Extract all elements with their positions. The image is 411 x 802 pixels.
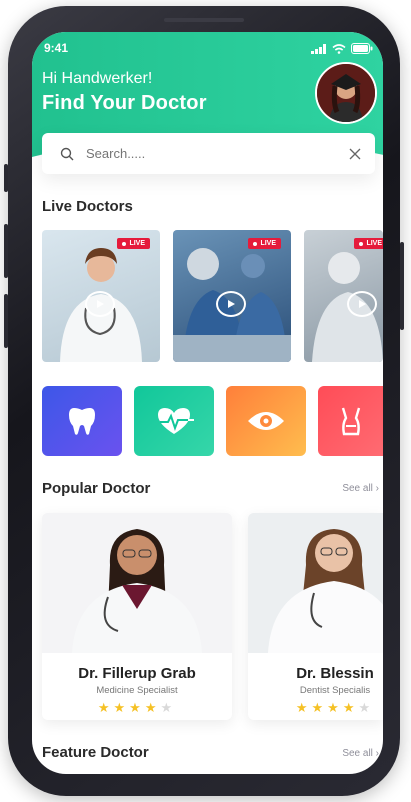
live-badge: LIVE	[117, 238, 150, 249]
star-filled-icon: ★	[129, 700, 145, 715]
live-card[interactable]: LIVE	[173, 230, 291, 362]
star-filled-icon: ★	[295, 700, 312, 715]
tooth-icon	[69, 408, 95, 435]
star-filled-icon: ★	[342, 700, 359, 715]
popular-doctor-heading: Popular Doctor	[42, 480, 151, 497]
live-badge: LIVE	[354, 238, 383, 249]
doctor-portrait-icon	[248, 513, 383, 653]
live-badge-label: LIVE	[366, 240, 382, 247]
search-bar[interactable]	[42, 133, 375, 174]
live-badge: LIVE	[248, 238, 281, 249]
greeting-text: Hi Handwerker!	[42, 70, 153, 87]
power-button	[400, 242, 404, 330]
status-bar: 9:41	[32, 32, 383, 62]
volume-down-button	[4, 294, 8, 348]
star-filled-icon: ★	[327, 700, 343, 715]
category-eye-button[interactable]	[226, 386, 306, 456]
live-card[interactable]: LIVE	[42, 230, 160, 362]
play-icon[interactable]	[347, 291, 377, 317]
live-badge-label: LIVE	[260, 240, 276, 247]
battery-icon	[351, 41, 373, 59]
doctor-card[interactable]: Dr. Blessin Dentist Specialis ★★★★★	[248, 513, 383, 720]
category-dentist-button[interactable]	[42, 386, 122, 456]
page-title: Find Your Doctor	[42, 92, 207, 114]
star-filled-icon: ★	[113, 700, 130, 715]
status-icons	[311, 41, 373, 59]
search-icon	[60, 147, 74, 161]
doctor-card[interactable]: Dr. Fillerup Grab Medicine Specialist ★★…	[42, 513, 232, 720]
doctor-name: Dr. Fillerup Grab	[78, 665, 196, 682]
search-input[interactable]	[84, 145, 328, 162]
doctor-portrait-icon	[42, 513, 232, 653]
signal-icon	[311, 41, 327, 59]
category-cardiology-button[interactable]	[134, 386, 214, 456]
doctor-specialty: Dentist Specialis	[299, 685, 371, 696]
feature-doctor-heading: Feature Doctor	[42, 744, 149, 761]
live-doctors-heading: Live Doctors	[42, 198, 133, 215]
doctor-specialty: Medicine Specialist	[96, 685, 178, 696]
wifi-icon	[332, 41, 346, 59]
avatar[interactable]	[315, 62, 377, 124]
doctor-photo	[248, 513, 383, 653]
popular-see-all-link[interactable]: See all ›	[342, 483, 379, 494]
category-body-button[interactable]	[318, 386, 383, 456]
status-time: 9:41	[44, 41, 69, 55]
feature-see-all-link[interactable]: See all ›	[342, 748, 379, 759]
mute-switch	[4, 164, 8, 192]
eye-icon	[248, 412, 284, 430]
star-filled-icon: ★	[97, 700, 114, 715]
play-icon[interactable]	[85, 291, 115, 317]
doctor-name: Dr. Blessin	[296, 665, 374, 682]
play-icon[interactable]	[216, 291, 246, 317]
star-filled-icon: ★	[144, 700, 161, 715]
live-badge-label: LIVE	[129, 240, 145, 247]
live-card[interactable]: LIVE	[304, 230, 383, 362]
app-screen: 9:41 Hi Handwerker! Find Your Doctor Sea…	[32, 32, 383, 774]
heart-icon	[158, 408, 194, 434]
volume-up-button	[4, 224, 8, 278]
doctor-rating: ★★★★★	[42, 700, 232, 716]
doctor-photo	[42, 513, 232, 653]
body-icon	[341, 407, 360, 436]
speaker-grille	[164, 18, 244, 22]
star-filled-icon: ★	[311, 700, 328, 715]
star-empty-icon: ★	[160, 700, 177, 715]
doctor-rating: ★★★★★	[248, 700, 383, 716]
avatar-portrait-icon	[317, 64, 375, 122]
star-empty-icon: ★	[358, 700, 375, 715]
clear-icon[interactable]	[349, 148, 361, 160]
phone-frame: 9:41 Hi Handwerker! Find Your Doctor Sea…	[4, 6, 404, 796]
